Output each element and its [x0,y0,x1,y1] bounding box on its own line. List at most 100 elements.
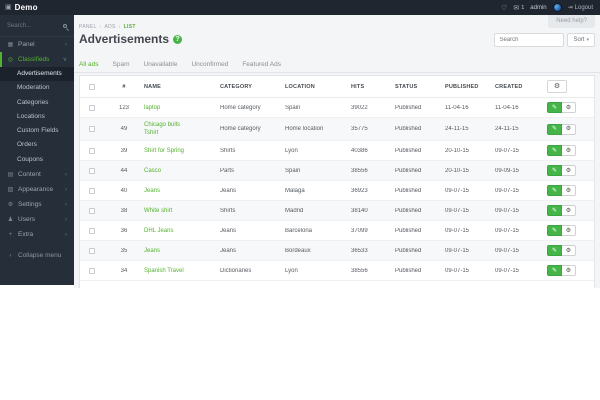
row-checkbox[interactable] [89,267,95,274]
row-settings-button[interactable]: ⚙ [562,165,576,176]
sidebar-subitem-custom-fields[interactable]: Custom Fields [0,124,74,138]
sidebar-item-classifieds[interactable]: ◎ Classifieds ∨ [0,52,74,67]
sidebar-subitem-orders[interactable]: Orders [0,138,74,152]
breadcrumb: PANEL › ADS › LIST [79,24,136,30]
sidebar-item-extra[interactable]: + Extra › [0,227,74,242]
row-settings-button[interactable]: ⚙ [562,265,576,276]
sidebar-subitem-moderation[interactable]: Moderation [0,81,74,95]
chevron-icon: ∨ [62,57,67,63]
column-header-name[interactable]: NAME [144,84,220,90]
row-checkbox[interactable] [89,207,95,214]
breadcrumb-item-list[interactable]: LIST [124,24,136,30]
sort-button[interactable]: Sort ▾ [567,33,595,47]
sidebar-subitem-advertisements[interactable]: Advertisements [0,67,74,82]
ad-name-link[interactable]: Spanish Travel [144,267,184,275]
ad-name-link[interactable]: White shirt [144,207,172,215]
avatar[interactable] [552,3,562,12]
need-help-button[interactable]: Need help? [548,15,595,28]
tab-spam[interactable]: Spam [113,61,130,68]
help-icon[interactable]: ? [173,34,183,44]
ad-hits: 38556 [351,167,368,174]
row-checkbox[interactable] [89,227,95,234]
ad-published-date: 09-07-15 [445,187,470,194]
heart-icon[interactable]: ♡ [501,4,507,12]
edit-button[interactable]: ✎ [547,265,562,276]
row-settings-button[interactable]: ⚙ [562,123,576,135]
ad-name-link[interactable]: Jeans [144,247,160,255]
row-settings-button[interactable]: ⚙ [562,205,576,216]
edit-button[interactable]: ✎ [547,145,562,156]
username-label[interactable]: admin [530,5,546,11]
edit-button[interactable]: ✎ [547,185,562,196]
column-header-published[interactable]: PUBLISHED [445,84,495,90]
edit-button[interactable]: ✎ [547,245,562,256]
ad-hits: 36533 [351,247,368,254]
sidebar-item-appearance[interactable]: ▧ Appearance › [0,182,74,197]
pencil-icon: ✎ [551,147,558,154]
sidebar-item-label: Panel [18,41,35,48]
sidebar-subitem-coupons[interactable]: Coupons [0,153,74,167]
row-checkbox[interactable] [89,247,95,254]
ad-location: Barcelona [285,227,313,234]
sidebar-item-panel[interactable]: ▦ Panel › [0,37,74,52]
ad-name-link[interactable]: Jeans [144,187,160,195]
column-header-status[interactable]: STATUS [395,84,445,90]
column-header-[interactable]: # [104,84,144,90]
tab-all-ads[interactable]: All ads [79,61,99,68]
ad-name-link[interactable]: Chicago bulls Tshirt [144,121,190,137]
row-checkbox[interactable] [89,126,95,132]
sidebar-subitem-categories[interactable]: Categories [0,96,74,110]
ad-published-date: 24-11-15 [445,126,469,132]
ad-name-link[interactable]: Casco [144,167,161,175]
edit-button[interactable]: ✎ [547,165,562,176]
row-checkbox[interactable] [89,167,95,174]
breadcrumb-item-ads[interactable]: ADS [105,24,116,30]
row-settings-button[interactable]: ⚙ [562,245,576,256]
row-settings-button[interactable]: ⚙ [562,145,576,156]
table-row: 38 White shirt Shirts Madrid 38140 Published 0… [80,201,594,221]
ad-name-link[interactable]: DHL Jeans [144,227,173,235]
sidebar-item-settings[interactable]: ⚙ Settings › [0,197,74,212]
column-header-location[interactable]: LOCATION [285,84,351,90]
tab-unavailable[interactable]: Unavailable [144,61,178,68]
row-settings-button[interactable]: ⚙ [562,185,576,196]
sidebar-item-content[interactable]: ▤ Content › [0,167,74,182]
sidebar-search-placeholder: Search... [7,22,32,29]
sidebar-subitem-locations[interactable]: Locations [0,110,74,124]
sidebar-item-users[interactable]: ♟ Users › [0,212,74,227]
edit-button[interactable]: ✎ [547,205,562,216]
tab-unconfirmed[interactable]: Unconfirmed [191,61,228,68]
pencil-icon: ✎ [551,167,558,174]
ad-name-link[interactable]: laptop [144,104,160,112]
page-title: Advertisements ? [79,32,183,46]
edit-button[interactable]: ✎ [547,102,562,113]
row-settings-button[interactable]: ⚙ [562,102,576,113]
app-logo[interactable]: ▣ Demo [0,3,74,12]
column-header-category[interactable]: CATEGORY [220,84,285,90]
edit-button[interactable]: ✎ [547,225,562,236]
ads-table-panel: # NAME CATEGORY LOCATION HITS STATUS PUBLISHED… [79,75,595,288]
messages-button[interactable]: ✉ 1 [513,4,524,12]
row-settings-button[interactable]: ⚙ [562,225,576,236]
collapse-icon: ‹ [9,252,12,259]
tab-featured-ads[interactable]: Featured Ads [242,61,281,68]
row-checkbox[interactable] [89,104,95,111]
ad-name-link[interactable]: Shirt for Spring [144,147,184,155]
select-all-checkbox[interactable] [89,83,95,90]
ad-category: Home category [220,104,261,111]
ad-location: Lyon [285,147,298,154]
columns-settings-button[interactable]: ⚙ [547,80,567,93]
breadcrumb-item-panel[interactable]: PANEL [79,24,97,30]
edit-button[interactable]: ✎ [547,123,562,135]
column-header-created[interactable]: CREATED [495,84,547,90]
ad-hits: 38140 [351,207,368,214]
ad-status: Published [395,247,422,254]
row-checkbox[interactable] [89,147,95,154]
row-checkbox[interactable] [89,187,95,194]
sidebar-search-input[interactable]: Search... [0,15,74,37]
table-header: # NAME CATEGORY LOCATION HITS STATUS PUBLISHED… [80,76,594,98]
ads-search-input[interactable] [494,33,565,47]
logout-button[interactable]: ⇥ Logout [568,4,593,12]
column-header-hits[interactable]: HITS [351,84,395,90]
collapse-menu-button[interactable]: ‹ Collapse menu [0,248,74,263]
